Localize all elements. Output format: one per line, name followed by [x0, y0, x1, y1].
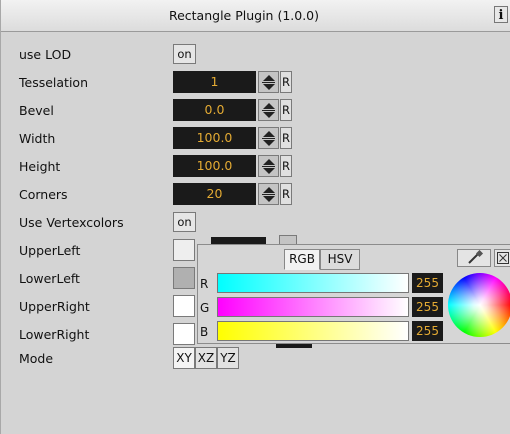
- spin-down-icon: [263, 168, 275, 174]
- tesselation-spinner[interactable]: [258, 71, 279, 93]
- mode-label: Mode: [19, 351, 54, 366]
- color-wheel[interactable]: [448, 273, 510, 337]
- bevel-input[interactable]: 0.0: [173, 99, 256, 121]
- channel-g-slider[interactable]: [217, 297, 409, 317]
- height-spinner[interactable]: [258, 155, 279, 177]
- spin-down-icon: [263, 112, 275, 118]
- info-button[interactable]: i: [494, 6, 508, 23]
- eyedropper-icon: [468, 249, 484, 264]
- use-lod-toggle[interactable]: on: [173, 44, 196, 64]
- mode-xy-button[interactable]: XY: [173, 347, 195, 369]
- channel-r-value[interactable]: 255: [412, 273, 443, 293]
- corners-label: Corners: [19, 187, 68, 202]
- height-reset-button[interactable]: R: [280, 155, 292, 177]
- upper-left-label: UpperLeft: [19, 243, 81, 258]
- upper-right-color-swatch[interactable]: [173, 295, 195, 317]
- lower-right-value-field[interactable]: [276, 344, 312, 348]
- tesselation-label: Tesselation: [19, 75, 88, 90]
- channel-b-value[interactable]: 255: [412, 321, 443, 341]
- use-lod-label: use LOD: [19, 47, 72, 62]
- bevel-label: Bevel: [19, 103, 54, 118]
- lower-left-label: LowerLeft: [19, 271, 80, 286]
- spin-down-icon: [263, 196, 275, 202]
- tesselation-input[interactable]: 1: [173, 71, 256, 93]
- tab-hsv[interactable]: HSV: [320, 249, 360, 270]
- use-vertexcolors-toggle[interactable]: on: [173, 212, 196, 232]
- upper-left-color-swatch[interactable]: [173, 239, 195, 261]
- eyedropper-button[interactable]: [457, 249, 491, 267]
- channel-g-label: G: [200, 301, 210, 315]
- mode-yz-button[interactable]: YZ: [217, 347, 239, 369]
- channel-r-slider[interactable]: [217, 273, 409, 293]
- channel-g-value[interactable]: 255: [412, 297, 443, 317]
- tesselation-reset-button[interactable]: R: [280, 71, 292, 93]
- close-box-icon: [497, 252, 509, 264]
- width-label: Width: [19, 131, 56, 146]
- height-label: Height: [19, 159, 61, 174]
- mode-xz-button[interactable]: XZ: [195, 347, 217, 369]
- lower-left-color-swatch[interactable]: [173, 267, 195, 289]
- plugin-panel: Rectangle Plugin (1.0.0) i use LOD on Te…: [0, 0, 510, 434]
- height-input[interactable]: 100.0: [173, 155, 256, 177]
- spin-up-icon: [263, 159, 275, 165]
- width-input[interactable]: 100.0: [173, 127, 256, 149]
- corners-spinner[interactable]: [258, 183, 279, 205]
- bevel-spinner[interactable]: [258, 99, 279, 121]
- upper-right-label: UpperRight: [19, 299, 90, 314]
- tab-rgb[interactable]: RGB: [284, 249, 320, 270]
- color-picker-popup: RGB HSV R 255 G 255 B 255: [197, 244, 510, 344]
- bevel-reset-button[interactable]: R: [280, 99, 292, 121]
- width-reset-button[interactable]: R: [280, 127, 292, 149]
- title-bar: Rectangle Plugin (1.0.0) i: [1, 0, 510, 32]
- lower-right-color-swatch[interactable]: [173, 323, 195, 345]
- spin-up-icon: [263, 187, 275, 193]
- corners-input[interactable]: 20: [173, 183, 256, 205]
- panel-title: Rectangle Plugin (1.0.0): [168, 8, 320, 23]
- spin-down-icon: [263, 140, 275, 146]
- channel-r-label: R: [200, 277, 209, 291]
- spin-up-icon: [263, 103, 275, 109]
- channel-b-label: B: [200, 325, 209, 339]
- spin-up-icon: [263, 131, 275, 137]
- width-spinner[interactable]: [258, 127, 279, 149]
- use-vertexcolors-label: Use Vertexcolors: [19, 215, 124, 230]
- channel-b-slider[interactable]: [217, 321, 409, 341]
- spin-up-icon: [263, 75, 275, 81]
- spin-down-icon: [263, 84, 275, 90]
- close-box-button[interactable]: [494, 249, 510, 267]
- lower-right-label: LowerRight: [19, 327, 90, 342]
- corners-reset-button[interactable]: R: [280, 183, 292, 205]
